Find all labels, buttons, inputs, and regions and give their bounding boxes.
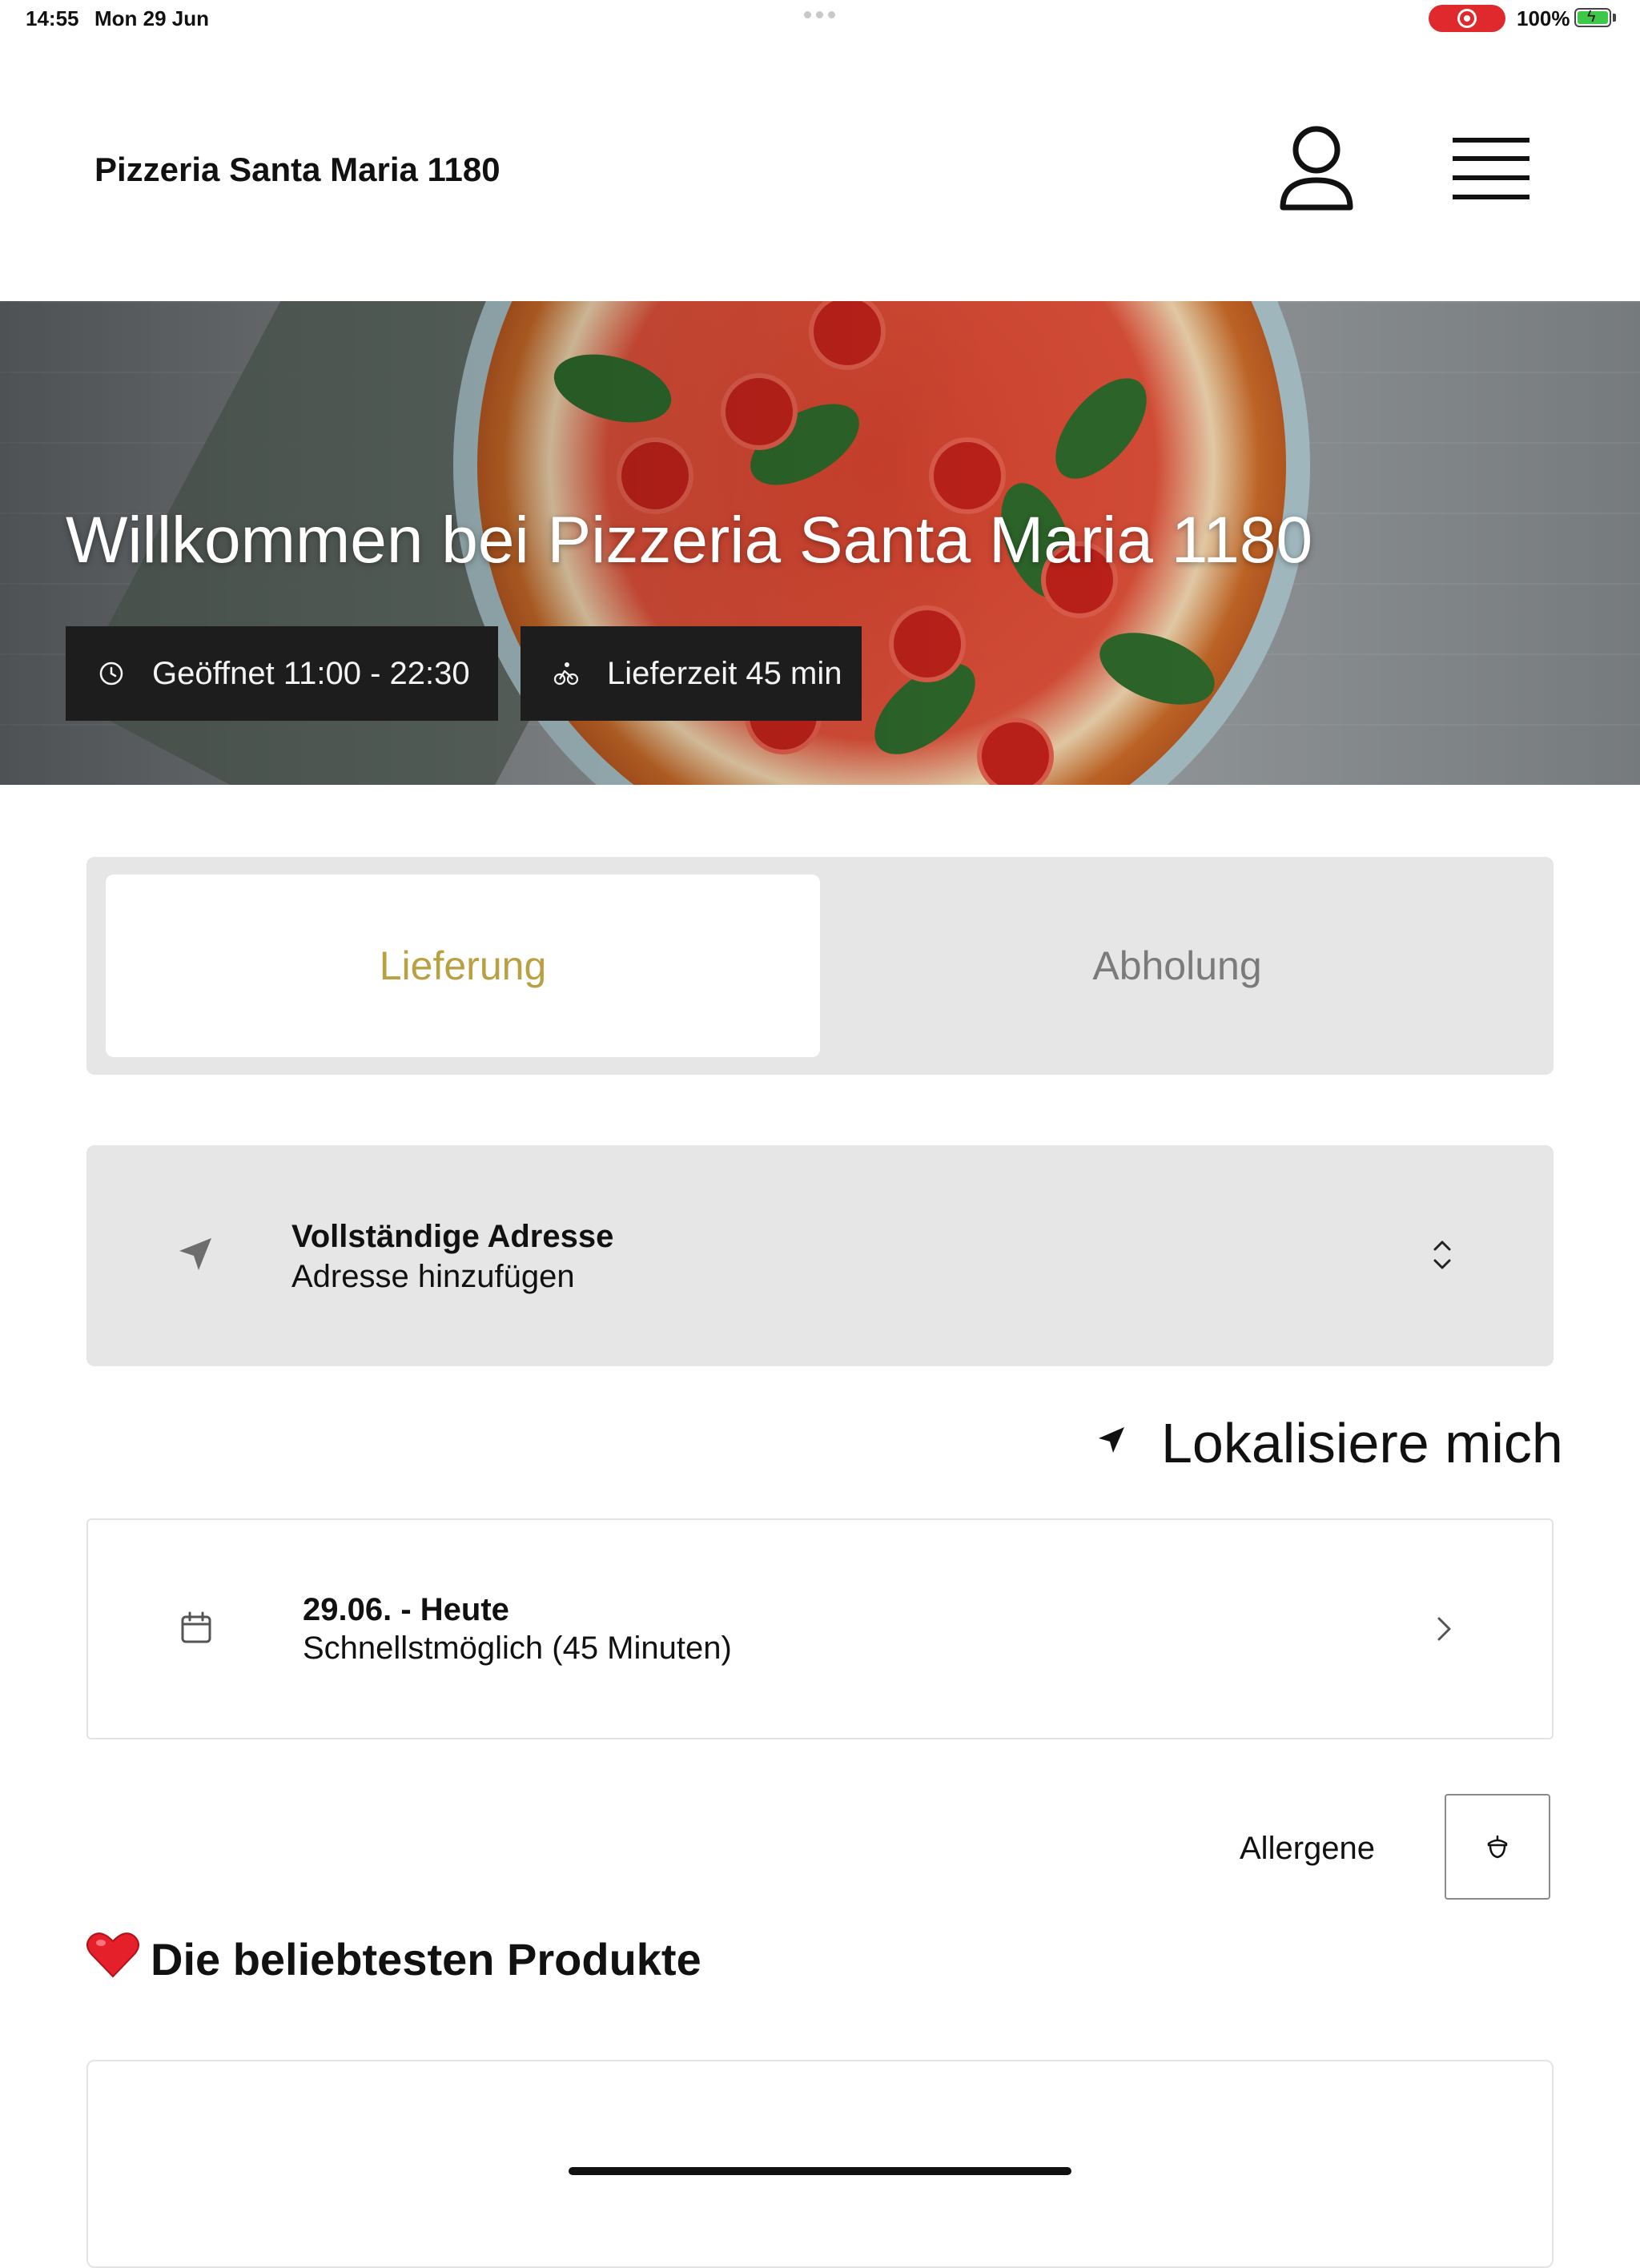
- status-date: Mon 29 Jun: [94, 6, 210, 30]
- bicycle-courier-icon: [553, 662, 579, 686]
- address-selector[interactable]: [86, 1145, 1554, 1366]
- calendar-icon: [181, 1611, 211, 1643]
- delivery-time-badge: Lieferzeit 45 min: [521, 626, 862, 721]
- locate-me-link[interactable]: Lokalisiere mich: [1161, 1411, 1563, 1475]
- battery-nub: [1613, 14, 1616, 22]
- tab-pickup[interactable]: Abholung: [820, 875, 1534, 1057]
- address-title: Vollständige Adresse: [291, 1219, 614, 1254]
- screen-recording-icon[interactable]: [1429, 5, 1505, 32]
- navigation-arrow-icon[interactable]: [1097, 1426, 1126, 1454]
- address-placeholder: Adresse hinzufügen: [291, 1259, 575, 1294]
- battery-percentage: 100%: [1517, 6, 1570, 30]
- location-arrow-icon: [179, 1238, 211, 1270]
- schedule-time: Schnellstmöglich (45 Minuten): [303, 1631, 732, 1666]
- acorn-icon: [1487, 1835, 1508, 1859]
- chevron-right-icon: [1437, 1617, 1451, 1641]
- clock-icon: [99, 662, 123, 686]
- opening-hours-badge: Geöffnet 11:00 - 22:30: [66, 626, 498, 721]
- battery-icon: ϟ: [1574, 8, 1611, 27]
- chevron-up-down-icon: [1433, 1241, 1451, 1269]
- restaurant-name[interactable]: Pizzeria Santa Maria 1180: [94, 151, 500, 189]
- product-card[interactable]: [86, 2060, 1554, 2268]
- status-time: 14:55: [26, 6, 79, 30]
- popular-products-heading: Die beliebtesten Produkte: [151, 1934, 701, 1984]
- schedule-date: 29.06. - Heute: [303, 1592, 509, 1627]
- home-indicator[interactable]: [569, 2167, 1071, 2175]
- tab-delivery[interactable]: Lieferung: [106, 875, 820, 1057]
- user-icon[interactable]: [1278, 124, 1355, 214]
- hamburger-menu-icon[interactable]: [1449, 135, 1533, 203]
- heart-icon: [86, 1932, 139, 1978]
- allergens-label[interactable]: Allergene: [1240, 1831, 1375, 1867]
- welcome-title: Willkommen bei Pizzeria Santa Maria 1180: [66, 504, 1313, 577]
- multitasking-dots-icon[interactable]: [804, 11, 835, 18]
- delivery-time-selector[interactable]: [86, 1518, 1554, 1739]
- allergens-button[interactable]: [1445, 1794, 1550, 1900]
- opening-hours-text: Geöffnet 11:00 - 22:30: [152, 655, 470, 691]
- delivery-time-text: Lieferzeit 45 min: [607, 655, 842, 691]
